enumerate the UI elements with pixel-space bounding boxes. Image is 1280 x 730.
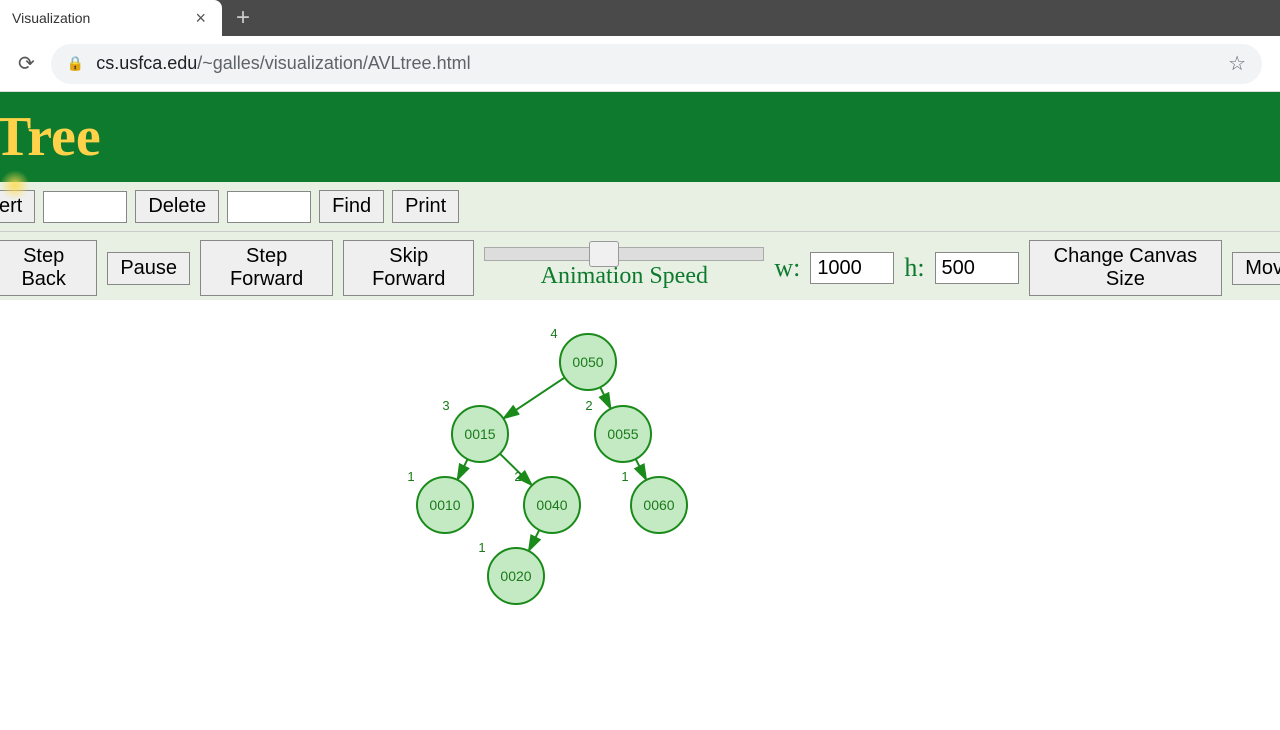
tree-node: 0055 2 [585,398,651,462]
move-controls-button[interactable]: Mov [1232,252,1280,285]
tree-edge [600,387,611,409]
tree-edge [503,378,564,419]
url-host: cs.usfca.edu [96,53,197,73]
tree-node-label: 0010 [429,497,460,513]
animation-controls: Step Back Pause Step Forward Skip Forwar… [0,232,1280,300]
tree-node: 0010 1 [407,469,473,533]
tree-node-height: 4 [550,326,557,341]
url-text: cs.usfca.edu/~galles/visualization/AVLtr… [96,53,470,74]
tree-node-label: 0055 [607,426,638,442]
tree-edge [457,459,467,480]
animation-speed-control: Animation Speed [484,247,764,290]
new-tab-button[interactable]: + [222,0,264,36]
skip-forward-button[interactable]: Skip Forward [343,240,474,296]
width-label: w: [774,253,800,283]
page-header: Tree [0,92,1280,182]
browser-tab-strip: Visualization × + [0,0,1280,36]
address-bar[interactable]: 🔒 cs.usfca.edu/~galles/visualization/AVL… [51,44,1262,84]
visualization-canvas: 0050 4 0015 3 0055 2 0010 1 0040 2 0060 1 0020 1 [0,300,1280,730]
delete-input[interactable] [43,191,127,223]
tree-node-label: 0020 [500,568,531,584]
algorithm-controls: sert Delete Find Print [0,182,1280,232]
height-label: h: [904,253,924,283]
browser-tab[interactable]: Visualization × [0,0,222,36]
tab-title: Visualization [12,10,191,26]
page-title: Tree [0,105,101,169]
tree-svg: 0050 4 0015 3 0055 2 0010 1 0040 2 0060 1 0020 1 [0,300,1280,730]
tree-edge [636,459,647,480]
insert-button[interactable]: sert [0,190,35,223]
animation-speed-label: Animation Speed [541,263,708,290]
tree-node-height: 1 [478,540,485,555]
tree-node-label: 0050 [572,354,603,370]
pause-button[interactable]: Pause [107,252,190,285]
animation-speed-slider[interactable] [484,247,764,261]
tree-node-height: 2 [514,469,521,484]
width-input[interactable] [810,252,894,284]
step-forward-button[interactable]: Step Forward [200,240,333,296]
address-bar-row: ⟳ 🔒 cs.usfca.edu/~galles/visualization/A… [0,36,1280,92]
tree-node-label: 0040 [536,497,567,513]
print-button[interactable]: Print [392,190,459,223]
tree-node: 0060 1 [621,469,687,533]
tree-node-height: 1 [407,469,414,484]
step-back-button[interactable]: Step Back [0,240,97,296]
reload-icon[interactable]: ⟳ [10,51,43,76]
find-input[interactable] [227,191,311,223]
lock-icon: 🔒 [67,55,84,72]
tree-node-label: 0015 [464,426,495,442]
height-input[interactable] [935,252,1019,284]
url-path: /~galles/visualization/AVLtree.html [197,53,470,73]
tree-node: 0015 3 [442,398,508,462]
delete-button[interactable]: Delete [135,190,219,223]
tree-node-height: 1 [621,469,628,484]
close-tab-icon[interactable]: × [191,8,210,29]
tree-node-height: 2 [585,398,592,413]
find-button[interactable]: Find [319,190,384,223]
tree-node: 0020 1 [478,540,544,604]
tree-node-height: 3 [442,398,449,413]
change-canvas-size-button[interactable]: Change Canvas Size [1029,240,1223,296]
bookmark-star-icon[interactable]: ☆ [1228,51,1246,76]
tree-edge [529,530,540,551]
tree-node-label: 0060 [643,497,674,513]
